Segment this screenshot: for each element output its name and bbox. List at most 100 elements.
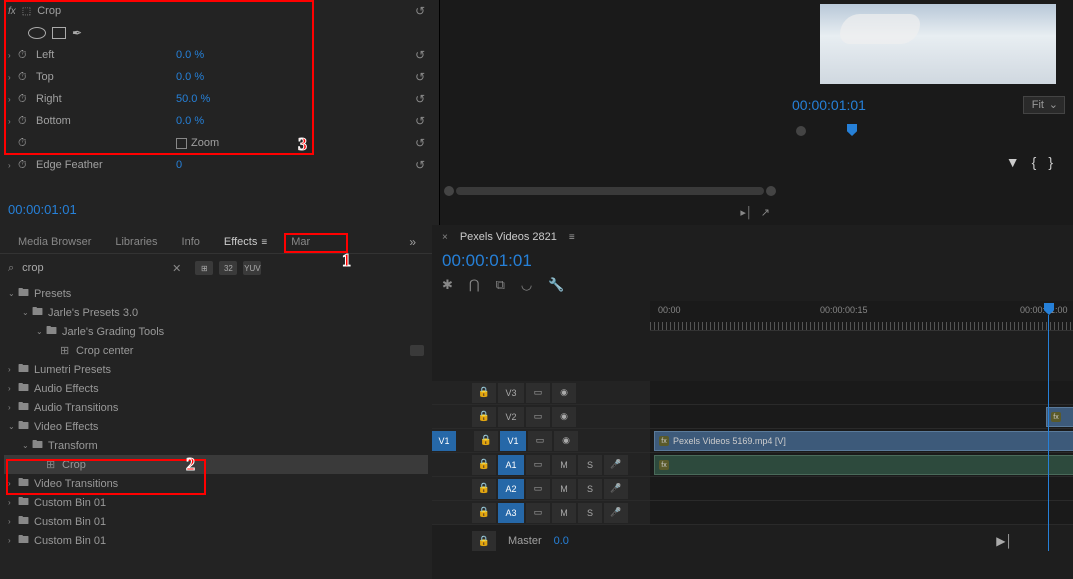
tab-effects[interactable]: Effects≡ — [214, 232, 277, 252]
tree-lumetri[interactable]: ›🖿Lumetri Presets — [4, 360, 428, 379]
lock-a2[interactable]: 🔒 — [472, 479, 496, 499]
tree-crop-effect[interactable]: ⊞Crop — [4, 455, 428, 474]
zoom-fit-dropdown[interactable]: Fit — [1023, 96, 1065, 114]
stopwatch-top[interactable]: ⏱ — [18, 71, 36, 84]
out-point-icon[interactable]: } — [1048, 154, 1053, 170]
rect-mask-tool[interactable] — [52, 27, 66, 39]
insert-icon[interactable]: ▸│ — [740, 206, 752, 219]
wrench-tool[interactable]: 🔧 — [548, 277, 564, 293]
reset-top[interactable]: ↻ — [415, 70, 431, 84]
program-ruler[interactable] — [792, 122, 1065, 142]
tab-overflow-button[interactable]: » — [401, 231, 424, 253]
tree-jarles-grading[interactable]: ⌄🖿Jarle's Grading Tools — [4, 322, 428, 341]
timeline-timecode[interactable]: 00:00:01:01 — [432, 249, 1073, 273]
stopwatch-feather[interactable]: ⏱ — [18, 159, 36, 172]
tree-presets[interactable]: ⌄🖿Presets — [4, 284, 428, 303]
param-left-value[interactable]: 0.0 % — [176, 49, 204, 61]
track-content-v3[interactable] — [650, 381, 1073, 404]
track-content-a3[interactable] — [650, 501, 1073, 524]
close-sequence-button[interactable]: × — [442, 232, 448, 243]
track-label-v3[interactable]: V3 — [498, 383, 524, 403]
effects-search-input[interactable] — [20, 260, 166, 276]
track-label-a3[interactable]: A3 — [498, 503, 524, 523]
voice-a3[interactable]: 🎤 — [604, 503, 628, 523]
track-label-a2[interactable]: A2 — [498, 479, 524, 499]
panel-menu-icon[interactable]: ≡ — [261, 237, 267, 248]
reset-feather[interactable]: ↻ — [415, 158, 431, 172]
track-label-a1[interactable]: A1 — [498, 455, 524, 475]
reset-effect-button[interactable]: ↻ — [415, 4, 431, 18]
master-value[interactable]: 0.0 — [554, 535, 569, 547]
tree-video-effects[interactable]: ⌄🖿Video Effects — [4, 417, 428, 436]
tree-video-transitions[interactable]: ›🖿Video Transitions — [4, 474, 428, 493]
track-label-v1[interactable]: V1 — [500, 431, 526, 451]
source-scrollbar[interactable] — [444, 185, 776, 197]
sequence-menu-icon[interactable]: ≡ — [569, 232, 575, 243]
track-label-v2[interactable]: V2 — [498, 407, 524, 427]
track-content-v1[interactable]: fxPexels Videos 5169.mp4 [V] — [650, 429, 1073, 452]
magnet-tool[interactable]: ⋂ — [469, 277, 480, 293]
tab-markers[interactable]: Mar — [281, 232, 320, 252]
lock-v3[interactable]: 🔒 — [472, 383, 496, 403]
clip-v1[interactable]: fxPexels Videos 5169.mp4 [V] — [654, 431, 1073, 451]
snap-tool[interactable]: ✱ — [442, 277, 453, 293]
source-patch-v1[interactable]: V1 — [432, 431, 456, 451]
reset-zoom[interactable]: ↻ — [415, 136, 431, 150]
param-right-value[interactable]: 50.0 % — [176, 93, 210, 105]
effect-controls-timecode[interactable]: 00:00:01:01 — [0, 198, 439, 221]
timeline-ruler[interactable]: 00:00 00:00:00:15 00:00:01:00 — [650, 301, 1073, 331]
twisty-icon[interactable]: › — [8, 117, 18, 126]
track-content-a2[interactable] — [650, 477, 1073, 500]
param-bottom-value[interactable]: 0.0 % — [176, 115, 204, 127]
mute-a1[interactable]: M — [552, 455, 576, 475]
clip-v2[interactable]: fx — [1046, 407, 1073, 427]
transform-icon[interactable]: ⬚ — [22, 6, 31, 17]
twisty-icon[interactable]: › — [8, 73, 18, 82]
search-clear-button[interactable]: ✕ — [172, 262, 181, 275]
marker-tool[interactable]: ◡ — [521, 277, 532, 293]
lock-v1[interactable]: 🔒 — [474, 431, 498, 451]
toggle-output-a3[interactable]: ▭ — [526, 503, 550, 523]
tree-custom-bin-3[interactable]: ›🖿Custom Bin 01 — [4, 531, 428, 550]
marker-icon[interactable]: ▼ — [1006, 154, 1020, 170]
32bit-badge[interactable]: 32 — [219, 261, 237, 275]
toggle-eye-v1[interactable]: ◉ — [554, 431, 578, 451]
tree-audio-effects[interactable]: ›🖿Audio Effects — [4, 379, 428, 398]
stopwatch-left[interactable]: ⏱ — [18, 49, 36, 62]
sequence-title[interactable]: Pexels Videos 2821 — [460, 231, 557, 243]
reset-left[interactable]: ↻ — [415, 48, 431, 62]
in-point-icon[interactable]: { — [1032, 154, 1037, 170]
tree-custom-bin-2[interactable]: ›🖿Custom Bin 01 — [4, 512, 428, 531]
twisty-icon[interactable]: › — [8, 51, 18, 60]
lock-master[interactable]: 🔒 — [472, 531, 496, 551]
voice-a2[interactable]: 🎤 — [604, 479, 628, 499]
tree-custom-bin-1[interactable]: ›🖿Custom Bin 01 — [4, 493, 428, 512]
twisty-icon[interactable]: › — [8, 95, 18, 104]
program-timecode[interactable]: 00:00:01:01 — [792, 97, 866, 113]
solo-a3[interactable]: S — [578, 503, 602, 523]
reset-right[interactable]: ↻ — [415, 92, 431, 106]
stopwatch-right[interactable]: ⏱ — [18, 93, 36, 106]
stopwatch-bottom[interactable]: ⏱ — [18, 115, 36, 128]
tree-jarles-presets[interactable]: ⌄🖿Jarle's Presets 3.0 — [4, 303, 428, 322]
goto-end-button[interactable]: ▶│ — [996, 534, 1033, 548]
lock-a1[interactable]: 🔒 — [472, 455, 496, 475]
mute-a3[interactable]: M — [552, 503, 576, 523]
toggle-eye-v3[interactable]: ◉ — [552, 383, 576, 403]
fx-toggle[interactable]: fx — [8, 6, 16, 17]
pen-mask-tool[interactable]: ✒ — [72, 26, 82, 40]
ellipse-mask-tool[interactable] — [28, 27, 46, 39]
param-top-value[interactable]: 0.0 % — [176, 71, 204, 83]
lock-v2[interactable]: 🔒 — [472, 407, 496, 427]
tab-libraries[interactable]: Libraries — [105, 232, 167, 252]
toggle-output-v1[interactable]: ▭ — [528, 431, 552, 451]
program-playhead[interactable] — [847, 124, 857, 136]
lock-a3[interactable]: 🔒 — [472, 503, 496, 523]
linked-selection-tool[interactable]: ⧉ — [496, 277, 505, 293]
tab-media-browser[interactable]: Media Browser — [8, 232, 101, 252]
voice-a1[interactable]: 🎤 — [604, 455, 628, 475]
solo-a2[interactable]: S — [578, 479, 602, 499]
effect-name[interactable]: Crop — [37, 5, 61, 17]
tree-crop-center[interactable]: ⊞Crop center — [4, 341, 428, 360]
track-content-a1[interactable]: fx — [650, 453, 1073, 476]
